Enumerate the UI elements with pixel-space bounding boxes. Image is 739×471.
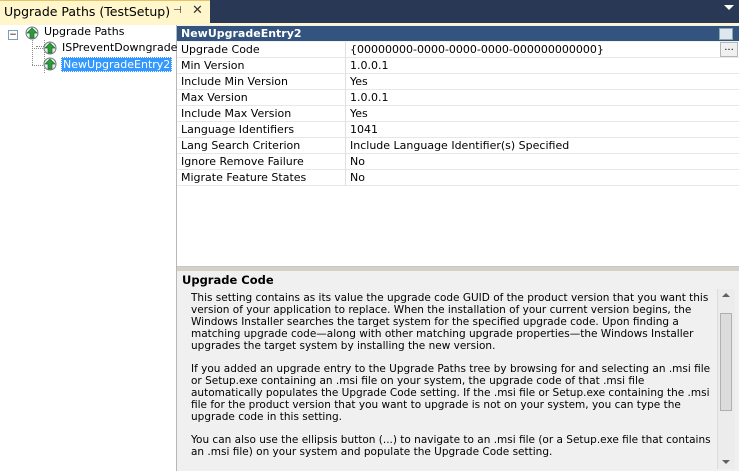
column-divider xyxy=(345,74,346,90)
close-icon[interactable]: ✕ xyxy=(192,3,203,18)
tree-node-newupgradeentry2[interactable]: NewUpgradeEntry2 xyxy=(61,57,173,72)
upgrade-arrow-icon xyxy=(43,41,57,55)
tab-list-dropdown-icon[interactable] xyxy=(724,5,734,10)
property-name: Include Min Version xyxy=(181,75,289,88)
description-panel: Upgrade Code This setting contains as it… xyxy=(177,271,739,471)
document-tab-strip: Upgrade Paths (TestSetup) ⊣ ✕ xyxy=(0,0,739,23)
scroll-up-icon[interactable] xyxy=(722,293,730,297)
property-value[interactable]: No xyxy=(350,155,365,168)
column-divider xyxy=(345,154,346,170)
property-value[interactable]: 1.0.0.1 xyxy=(350,59,388,72)
property-value[interactable]: No xyxy=(350,171,365,184)
property-value[interactable]: 1.0.0.1 xyxy=(350,91,388,104)
property-value[interactable]: Include Language Identifier(s) Specified xyxy=(350,139,569,152)
property-name: Ignore Remove Failure xyxy=(181,155,304,168)
column-divider xyxy=(345,170,346,186)
document-tab[interactable]: Upgrade Paths (TestSetup) ⊣ ✕ xyxy=(0,0,210,23)
description-paragraph: If you added an upgrade entry to the Upg… xyxy=(191,363,711,423)
description-scrollbar[interactable] xyxy=(717,289,735,469)
ellipsis-button[interactable]: ... xyxy=(720,42,738,57)
property-row[interactable]: Include Max Version Yes xyxy=(177,106,739,122)
upgrade-arrow-icon xyxy=(43,57,57,71)
property-value[interactable]: 1041 xyxy=(350,123,378,136)
property-row[interactable]: Language Identifiers 1041 xyxy=(177,122,739,138)
properties-header-title: NewUpgradeEntry2 xyxy=(181,27,302,40)
property-value[interactable]: Yes xyxy=(350,107,368,120)
property-value[interactable]: {00000000-0000-0000-0000-000000000000} xyxy=(350,43,604,56)
tree-node-ispreventdowngrade[interactable]: ISPreventDowngrade xyxy=(62,41,177,54)
column-divider xyxy=(345,42,346,58)
column-divider xyxy=(345,122,346,138)
tree-node-upgrade-paths[interactable]: Upgrade Paths xyxy=(44,25,124,38)
property-row[interactable]: Ignore Remove Failure No xyxy=(177,154,739,170)
pin-icon[interactable]: ⊣ xyxy=(173,5,182,16)
property-row[interactable]: Migrate Feature States No xyxy=(177,170,739,186)
column-divider xyxy=(345,58,346,74)
property-name: Language Identifiers xyxy=(181,123,295,136)
description-paragraph: This setting contains as its value the u… xyxy=(191,292,709,352)
property-pages-icon[interactable] xyxy=(719,28,733,40)
property-name: Include Max Version xyxy=(181,107,292,120)
tree-connector xyxy=(32,40,33,65)
properties-header: NewUpgradeEntry2 xyxy=(177,26,739,41)
scroll-down-icon[interactable] xyxy=(722,460,730,464)
property-row[interactable]: Lang Search Criterion Include Language I… xyxy=(177,138,739,154)
property-name: Lang Search Criterion xyxy=(181,139,301,152)
property-value[interactable]: Yes xyxy=(350,75,368,88)
property-name: Migrate Feature States xyxy=(181,171,307,184)
column-divider xyxy=(345,90,346,106)
column-divider xyxy=(345,138,346,154)
property-grid[interactable]: Upgrade Code {00000000-0000-0000-0000-00… xyxy=(177,42,739,267)
property-row[interactable]: Include Min Version Yes xyxy=(177,74,739,90)
property-row[interactable]: Max Version 1.0.0.1 xyxy=(177,90,739,106)
column-divider xyxy=(345,106,346,122)
tree-expander[interactable]: − xyxy=(8,30,18,40)
scroll-thumb[interactable] xyxy=(720,313,732,411)
property-row[interactable]: Upgrade Code {00000000-0000-0000-0000-00… xyxy=(177,42,739,58)
upgrade-paths-tree[interactable]: − Upgrade Paths ISPreventDowngrade NewUp… xyxy=(0,25,177,471)
property-name: Min Version xyxy=(181,59,245,72)
property-name: Upgrade Code xyxy=(181,43,260,56)
description-title: Upgrade Code xyxy=(182,273,274,287)
properties-pane: NewUpgradeEntry2 Upgrade Code {00000000-… xyxy=(177,25,739,471)
description-paragraph: You can also use the ellipsis button (..… xyxy=(191,434,711,458)
property-name: Max Version xyxy=(181,91,248,104)
upgrade-arrow-icon xyxy=(25,26,39,40)
tab-title: Upgrade Paths (TestSetup) xyxy=(4,4,171,19)
property-row[interactable]: Min Version 1.0.0.1 xyxy=(177,58,739,74)
description-body: This setting contains as its value the u… xyxy=(191,292,711,468)
